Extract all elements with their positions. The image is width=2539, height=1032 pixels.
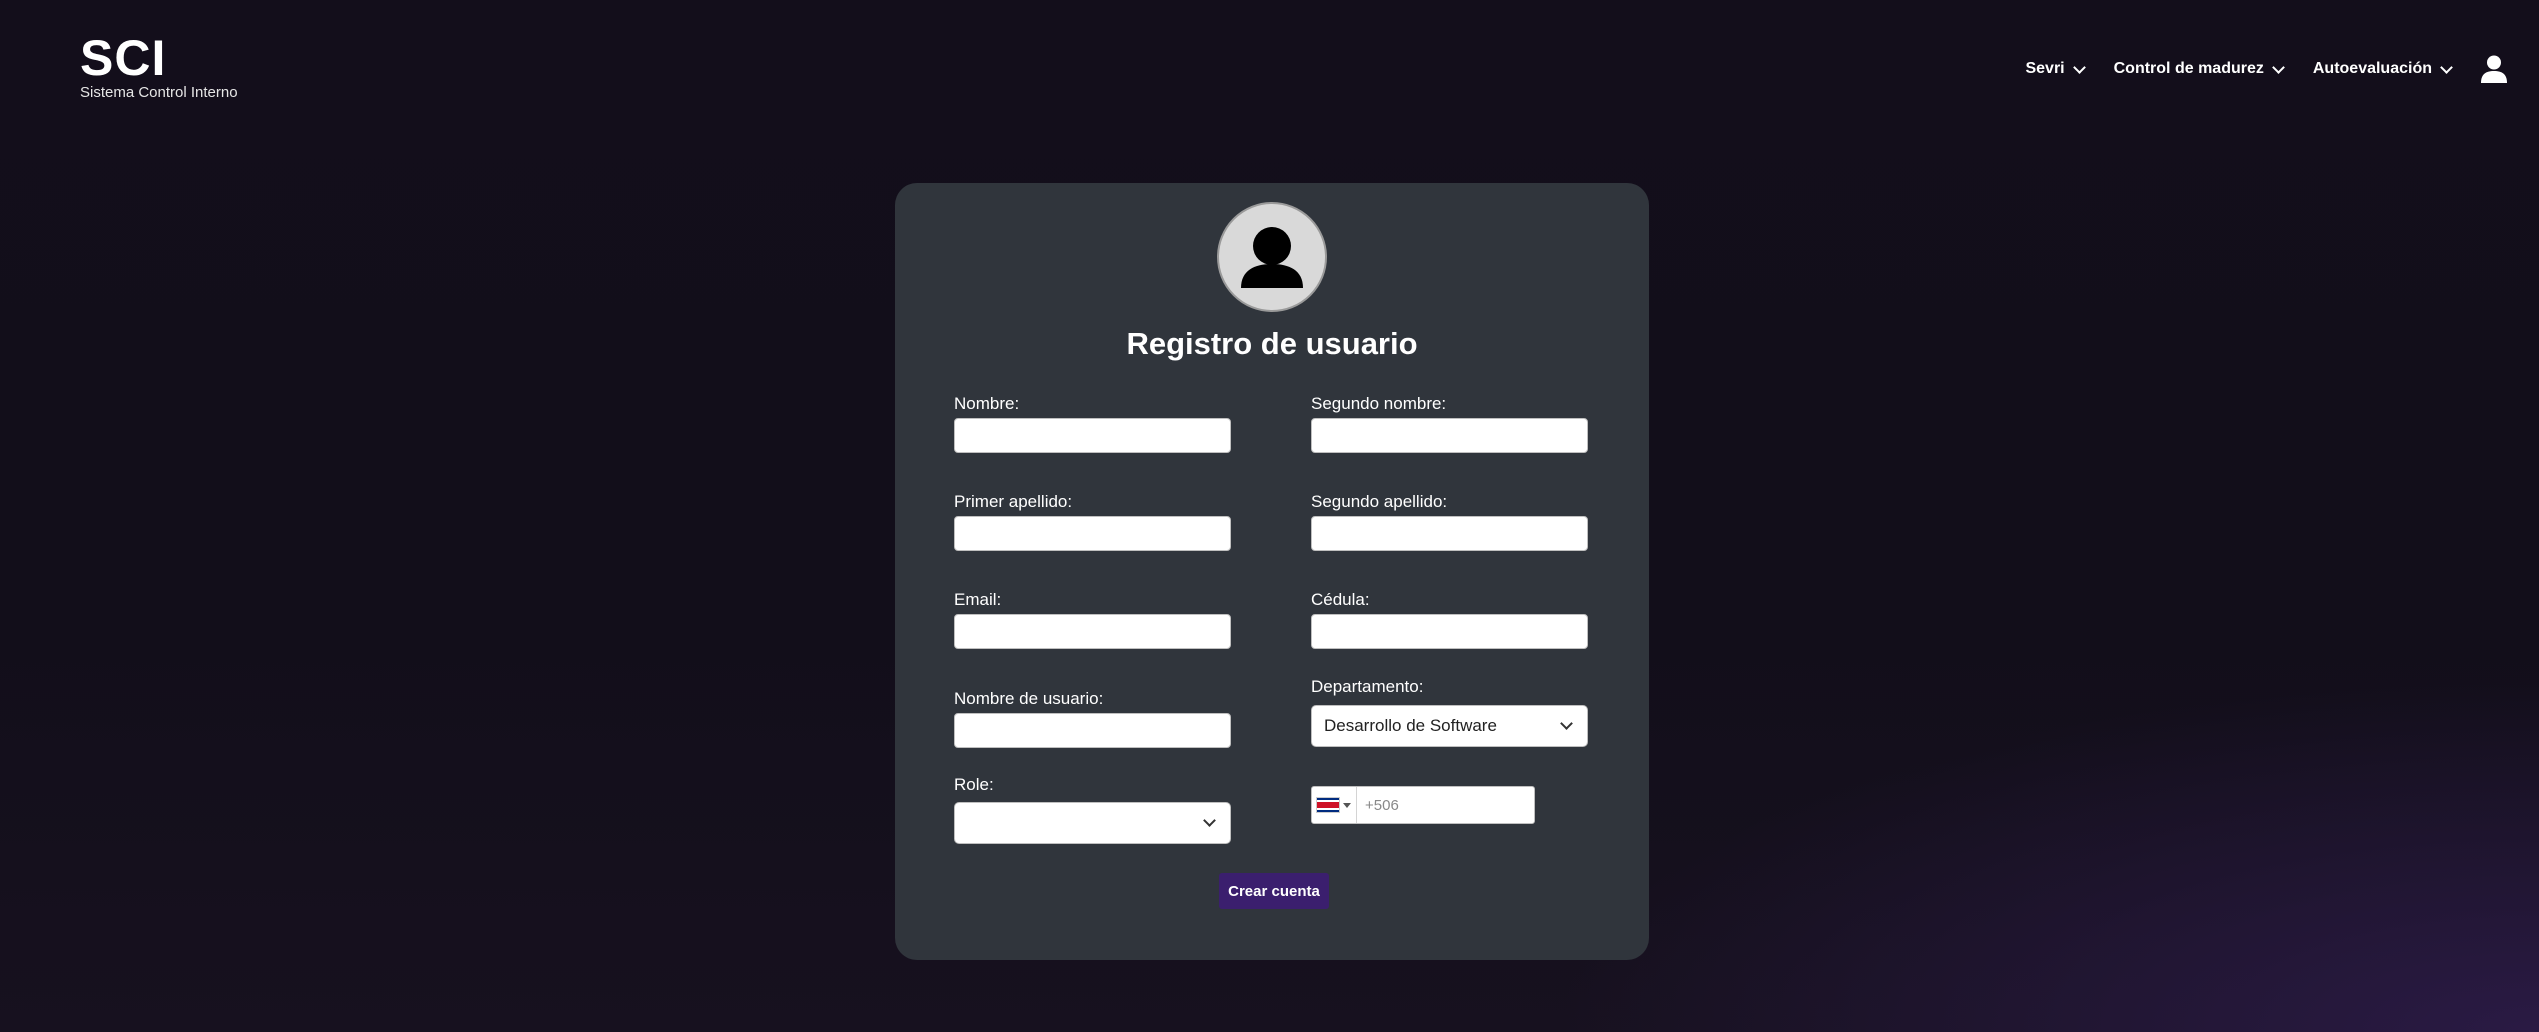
brand[interactable]: SCI Sistema Control Interno xyxy=(80,30,238,101)
nav-item-sevri[interactable]: Sevri xyxy=(2025,60,2086,78)
nombre-de-usuario-input[interactable] xyxy=(954,713,1231,748)
role-label: Role: xyxy=(954,775,994,794)
main-nav: Sevri Control de madurez Autoevaluación xyxy=(1995,50,2507,88)
user-avatar-icon xyxy=(1217,202,1327,312)
chevron-down-icon xyxy=(2271,60,2285,74)
chevron-down-icon xyxy=(1203,814,1216,827)
phone-input[interactable]: +506 xyxy=(1357,797,1534,814)
chevron-down-icon xyxy=(2072,60,2086,74)
caret-down-icon xyxy=(1343,802,1351,808)
brand-title: SCI xyxy=(80,30,167,86)
registration-card: Registro de usuario Nombre: Segundo nomb… xyxy=(895,183,1649,960)
email-input[interactable] xyxy=(954,614,1231,649)
user-icon[interactable] xyxy=(2481,55,2507,83)
nav-item-autoevaluacion[interactable]: Autoevaluación xyxy=(2312,60,2453,78)
segundo-apellido-label: Segundo apellido: xyxy=(1311,492,1448,511)
nombre-label: Nombre: xyxy=(954,394,1020,413)
departamento-select[interactable]: Desarrollo de Software xyxy=(1311,705,1588,747)
segundo-nombre-input[interactable] xyxy=(1311,418,1588,453)
nav-item-control-de-madurez[interactable]: Control de madurez xyxy=(2113,60,2285,78)
primer-apellido-label: Primer apellido: xyxy=(954,492,1073,511)
nav-item-label: Control de madurez xyxy=(2113,60,2264,77)
nombre-de-usuario-label: Nombre de usuario: xyxy=(954,689,1104,708)
nombre-input[interactable] xyxy=(954,418,1231,453)
role-select[interactable] xyxy=(954,802,1231,844)
chevron-down-icon xyxy=(2440,60,2453,74)
nav-item-label: Sevri xyxy=(2025,60,2065,77)
email-label: Email: xyxy=(954,590,1002,609)
nav-item-label: Autoevaluación xyxy=(2312,60,2432,77)
segundo-apellido-input[interactable] xyxy=(1311,516,1588,551)
primer-apellido-input[interactable] xyxy=(954,516,1231,551)
chevron-down-icon xyxy=(1560,717,1573,730)
costa-rica-flag-icon xyxy=(1317,798,1339,812)
segundo-nombre-label: Segundo nombre: xyxy=(1311,394,1447,413)
form-title: Registro de usuario xyxy=(1126,326,1418,361)
crear-cuenta-button[interactable]: Crear cuenta xyxy=(1219,873,1329,909)
phone-field: +506 xyxy=(1311,786,1535,824)
cedula-input[interactable] xyxy=(1311,614,1588,649)
brand-subtitle: Sistema Control Interno xyxy=(80,84,238,101)
departamento-selected-value: Desarrollo de Software xyxy=(1324,716,1497,735)
departamento-label: Departamento: xyxy=(1311,677,1424,696)
country-code-selector[interactable] xyxy=(1312,787,1357,823)
cedula-label: Cédula: xyxy=(1311,590,1370,609)
